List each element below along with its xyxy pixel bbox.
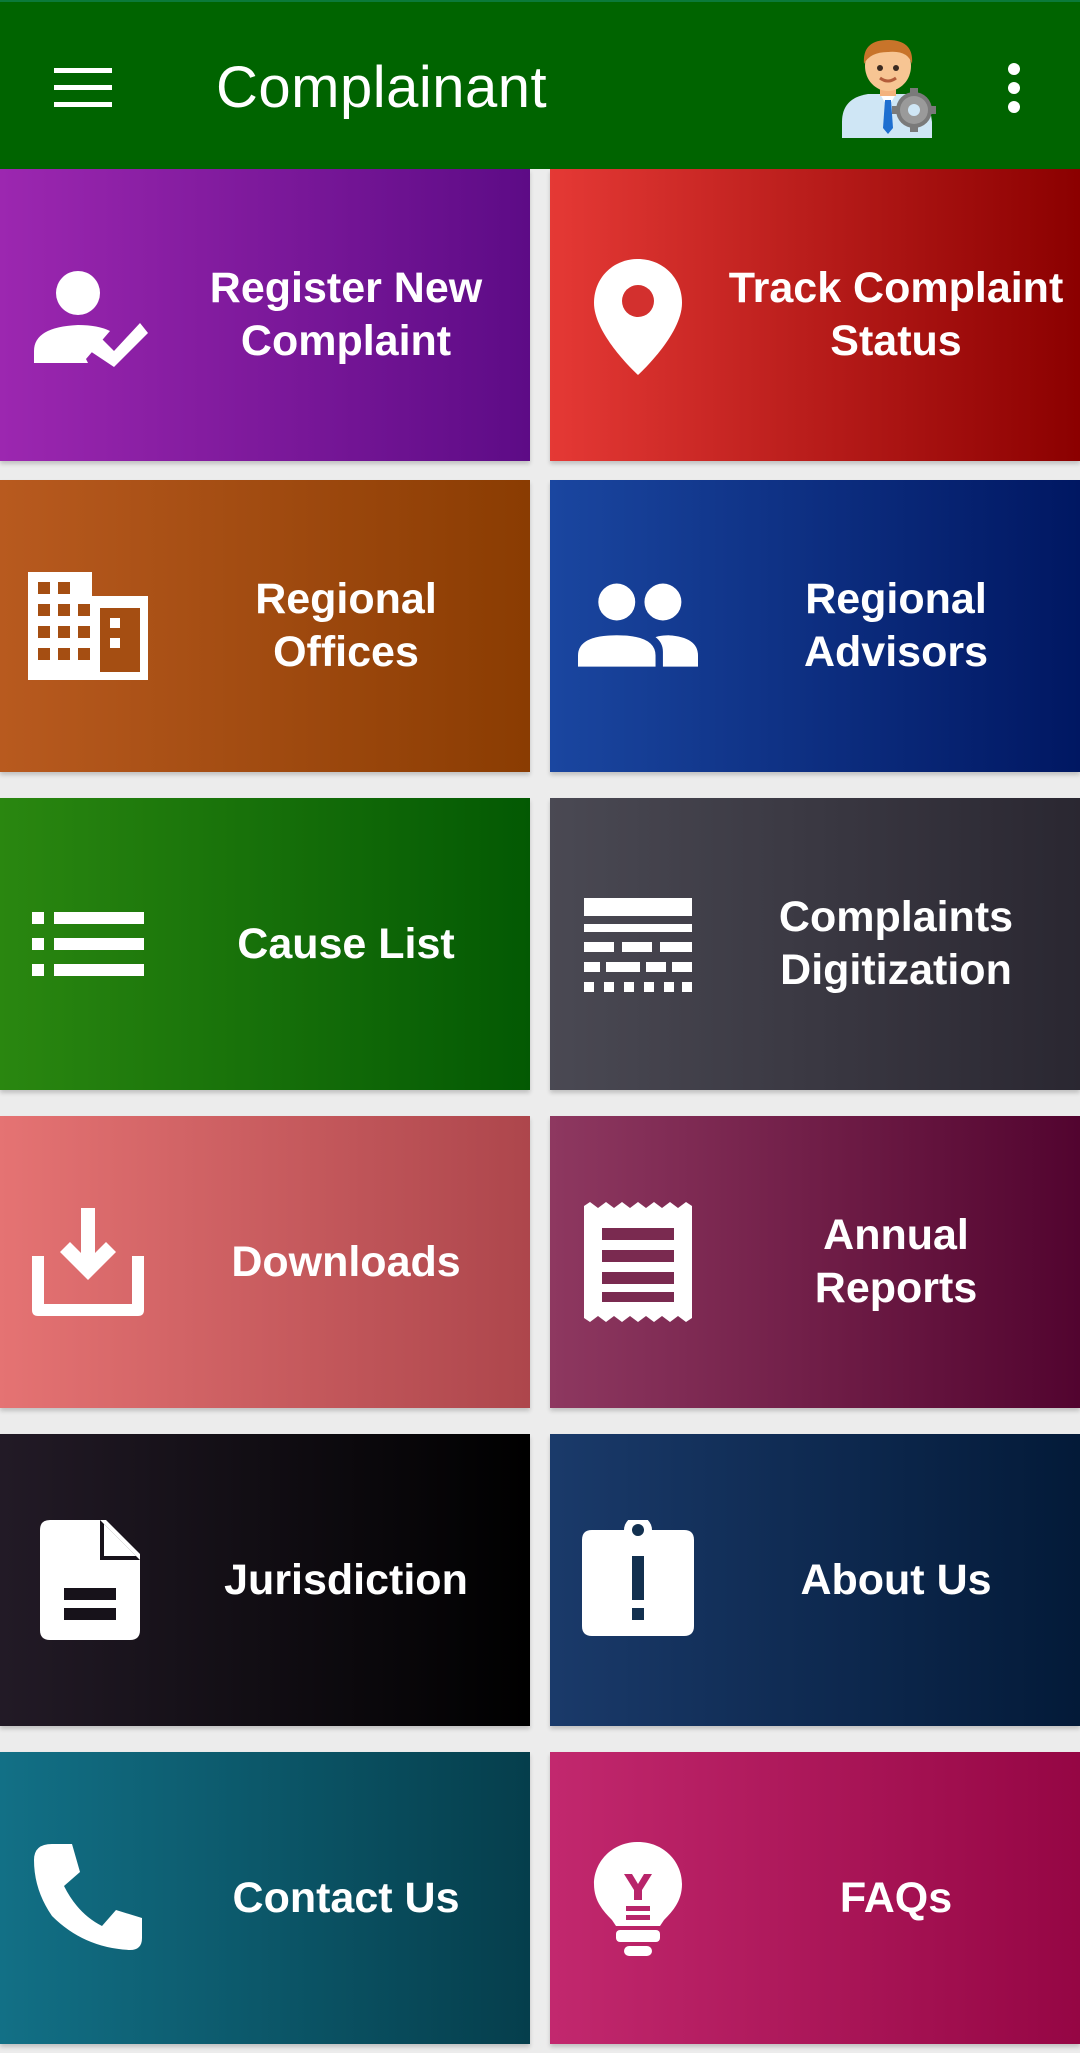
tile-label: About Us bbox=[800, 1555, 992, 1604]
tile-label: FAQs bbox=[839, 1873, 953, 1922]
tile-label: Regional Offices bbox=[255, 575, 437, 676]
tile-complaints-digitization[interactable]: Complaints Digitization bbox=[550, 798, 1080, 1090]
tile-label: Regional Advisors bbox=[803, 575, 988, 676]
list-icon bbox=[28, 884, 148, 1004]
tile-cause-list[interactable]: Cause List bbox=[0, 798, 530, 1090]
tile-jurisdiction[interactable]: Jurisdiction bbox=[0, 1434, 530, 1726]
tile-label: Downloads bbox=[231, 1237, 461, 1286]
tile-annual-reports[interactable]: Annual Reports bbox=[550, 1116, 1080, 1408]
text-lines-icon bbox=[578, 884, 698, 1004]
tile-label: Annual Reports bbox=[814, 1211, 978, 1312]
user-settings-avatar-icon bbox=[842, 40, 936, 138]
tile-track-complaint-status[interactable]: Track Complaint Status bbox=[550, 169, 1080, 461]
tile-regional-offices[interactable]: Regional Offices bbox=[0, 480, 530, 772]
people-icon bbox=[578, 566, 698, 686]
tile-downloads[interactable]: Downloads bbox=[0, 1116, 530, 1408]
tile-label: Track Complaint Status bbox=[728, 264, 1064, 365]
tile-register-new-complaint[interactable]: Register New Complaint bbox=[0, 169, 530, 461]
tile-about-us[interactable]: About Us bbox=[550, 1434, 1080, 1726]
clipboard-alert-icon bbox=[578, 1520, 698, 1640]
profile-avatar-button[interactable] bbox=[836, 34, 940, 138]
download-icon bbox=[28, 1202, 148, 1322]
receipt-icon bbox=[578, 1202, 698, 1322]
menu-button[interactable] bbox=[40, 50, 126, 126]
page-title: Complainant bbox=[216, 55, 548, 120]
tile-label: Register New Complaint bbox=[209, 264, 483, 365]
tile-label: Cause List bbox=[237, 919, 455, 968]
app-bar: Complainant bbox=[0, 0, 1080, 169]
tile-label: Contact Us bbox=[232, 1873, 460, 1922]
document-icon bbox=[28, 1520, 148, 1640]
building-icon bbox=[28, 566, 148, 686]
phone-icon bbox=[28, 1838, 148, 1958]
more-options-button[interactable] bbox=[988, 50, 1040, 126]
user-check-icon bbox=[28, 255, 148, 375]
tile-label: Complaints Digitization bbox=[778, 893, 1014, 994]
location-pin-icon bbox=[578, 255, 698, 375]
tile-faqs[interactable]: FAQs bbox=[550, 1752, 1080, 2044]
tile-regional-advisors[interactable]: Regional Advisors bbox=[550, 480, 1080, 772]
tile-label: Jurisdiction bbox=[224, 1555, 468, 1604]
more-vert-icon bbox=[1008, 63, 1020, 113]
lightbulb-icon bbox=[578, 1838, 698, 1958]
hamburger-menu-icon bbox=[54, 68, 112, 107]
tile-contact-us[interactable]: Contact Us bbox=[0, 1752, 530, 2044]
